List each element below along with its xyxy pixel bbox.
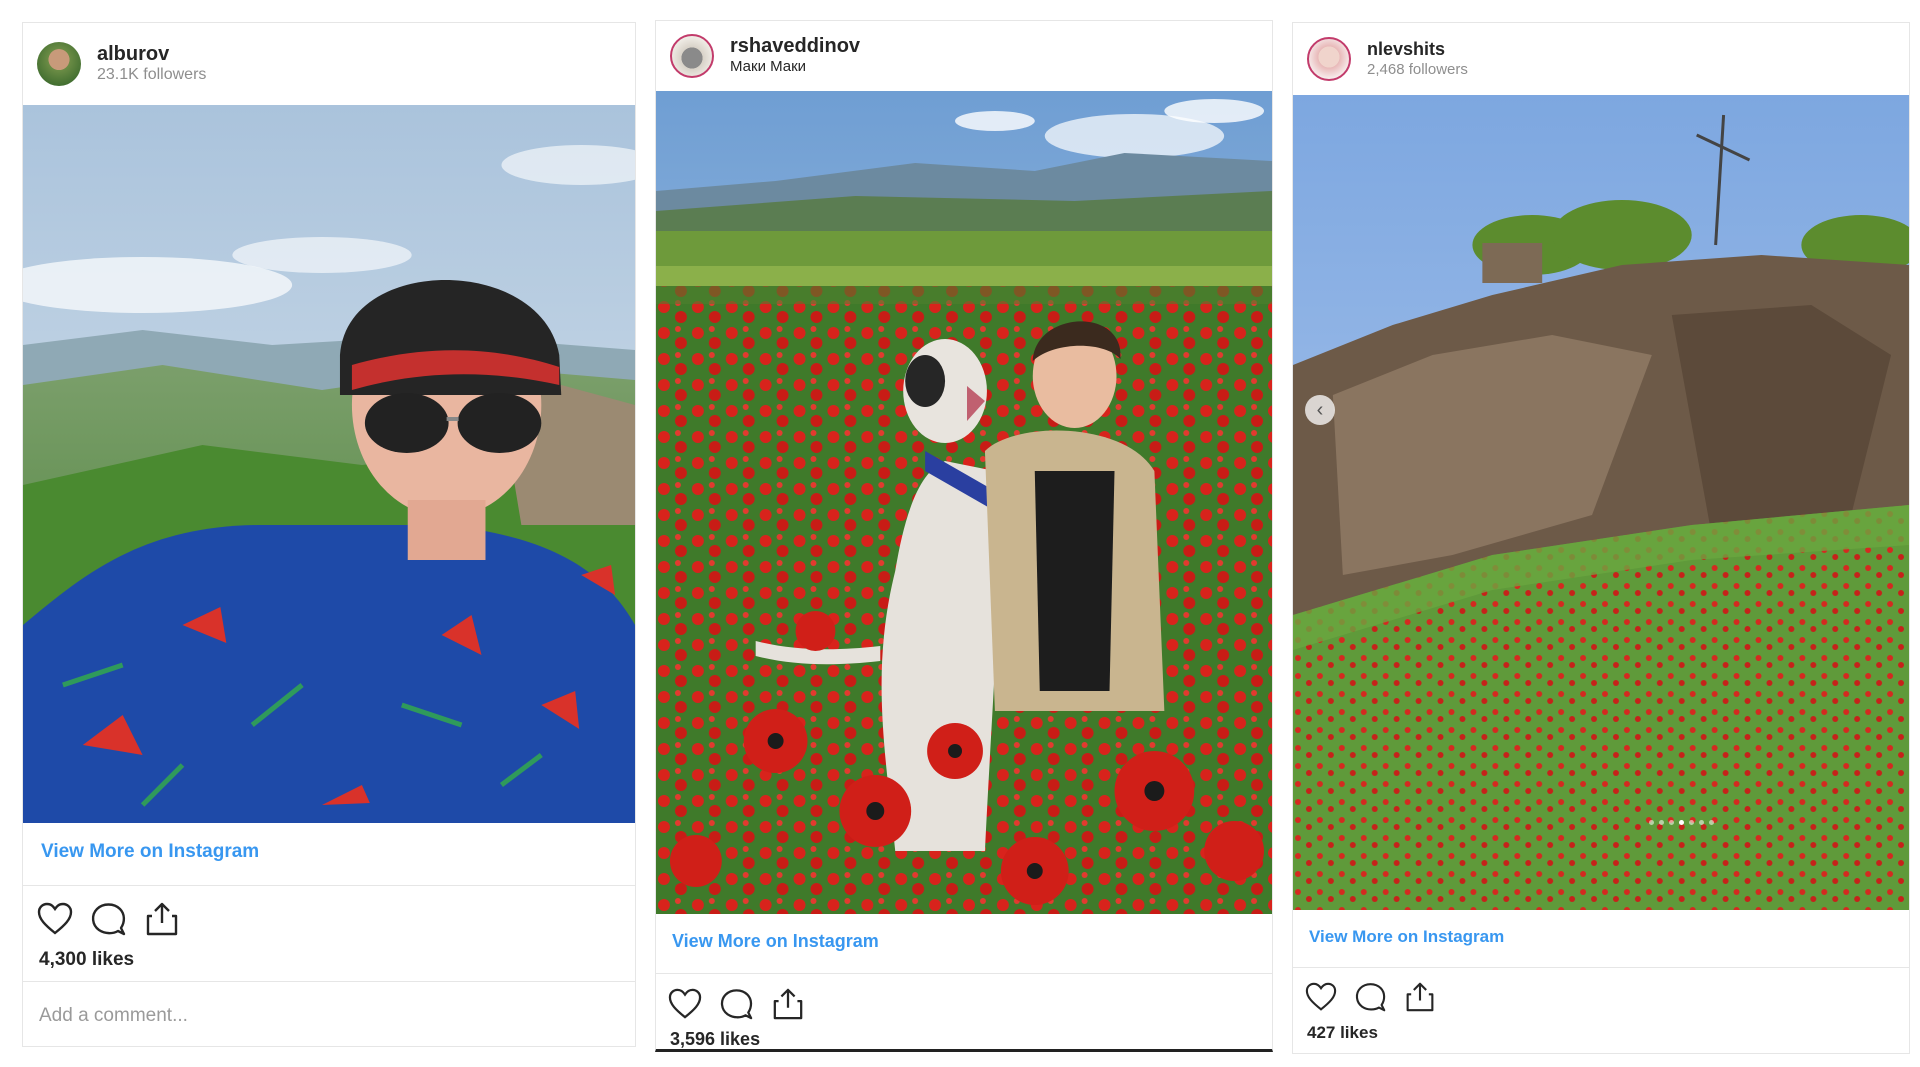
avatar[interactable] <box>37 42 81 86</box>
heart-icon[interactable] <box>37 902 73 936</box>
carousel-dot <box>1649 820 1654 825</box>
post-user-block: nlevshits 2,468 followers <box>1367 38 1468 80</box>
post-user-block: rshaveddinov Маки Маки <box>730 35 860 77</box>
add-comment-field[interactable]: Add a comment... <box>39 1005 188 1027</box>
heart-icon[interactable] <box>668 988 702 1020</box>
post-user-block: alburov 23.1K followers <box>97 43 206 85</box>
fortress-poppy-field-image <box>1293 95 1909 910</box>
carousel-dot <box>1709 820 1714 825</box>
comment-icon[interactable] <box>720 988 754 1020</box>
like-count: 3,596 likes <box>670 1029 761 1049</box>
post-card-alburov: alburov 23.1K followers View More on Ins… <box>22 22 636 1047</box>
avatar[interactable] <box>670 34 714 78</box>
action-bar <box>668 987 804 1021</box>
follower-count: 2,468 followers <box>1367 61 1468 78</box>
carousel-dot <box>1699 820 1704 825</box>
post-card-rshaveddinov: rshaveddinov Маки Маки View More on Inst… <box>655 20 1273 1052</box>
share-icon[interactable] <box>772 987 804 1021</box>
post-header: rshaveddinov Маки Маки <box>656 21 1272 91</box>
avatar[interactable] <box>1307 37 1351 81</box>
divider <box>656 973 1272 974</box>
like-count: 4,300 likes <box>39 949 135 970</box>
share-icon[interactable] <box>1405 981 1435 1013</box>
username[interactable]: rshaveddinov <box>730 35 860 57</box>
divider <box>23 885 635 886</box>
share-icon[interactable] <box>145 901 179 937</box>
view-more-link[interactable]: View More on Instagram <box>672 931 879 952</box>
like-count: 427 likes <box>1307 1023 1378 1042</box>
follower-count: 23.1K followers <box>97 66 207 83</box>
carousel-dot <box>1659 820 1664 825</box>
view-more-link[interactable]: View More on Instagram <box>1309 927 1504 947</box>
selfie-mountains-image <box>23 105 635 823</box>
post-photo[interactable] <box>1293 95 1909 910</box>
post-header: nlevshits 2,468 followers <box>1293 23 1909 95</box>
carousel-dot <box>1679 820 1684 825</box>
username[interactable]: nlevshits <box>1367 38 1468 60</box>
poppy-field-dog-image <box>656 91 1272 914</box>
post-header: alburov 23.1K followers <box>23 23 635 105</box>
comment-icon[interactable] <box>1355 982 1387 1012</box>
carousel-dot <box>1669 820 1674 825</box>
divider <box>1293 967 1909 968</box>
chevron-left-icon[interactable]: ‹ <box>1305 395 1335 425</box>
divider <box>23 981 635 982</box>
view-more-link[interactable]: View More on Instagram <box>41 841 259 863</box>
carousel-dot <box>1689 820 1694 825</box>
action-bar <box>37 901 179 937</box>
comment-icon[interactable] <box>91 902 127 936</box>
post-location[interactable]: Маки Маки <box>730 57 860 77</box>
username[interactable]: alburov <box>97 43 206 65</box>
post-photo[interactable] <box>23 105 635 823</box>
heart-icon[interactable] <box>1305 982 1337 1012</box>
action-bar <box>1305 981 1435 1013</box>
post-photo[interactable] <box>656 91 1272 914</box>
carousel-dots <box>1649 820 1714 825</box>
post-card-nlevshits: nlevshits 2,468 followers ‹ View More on… <box>1292 22 1910 1054</box>
